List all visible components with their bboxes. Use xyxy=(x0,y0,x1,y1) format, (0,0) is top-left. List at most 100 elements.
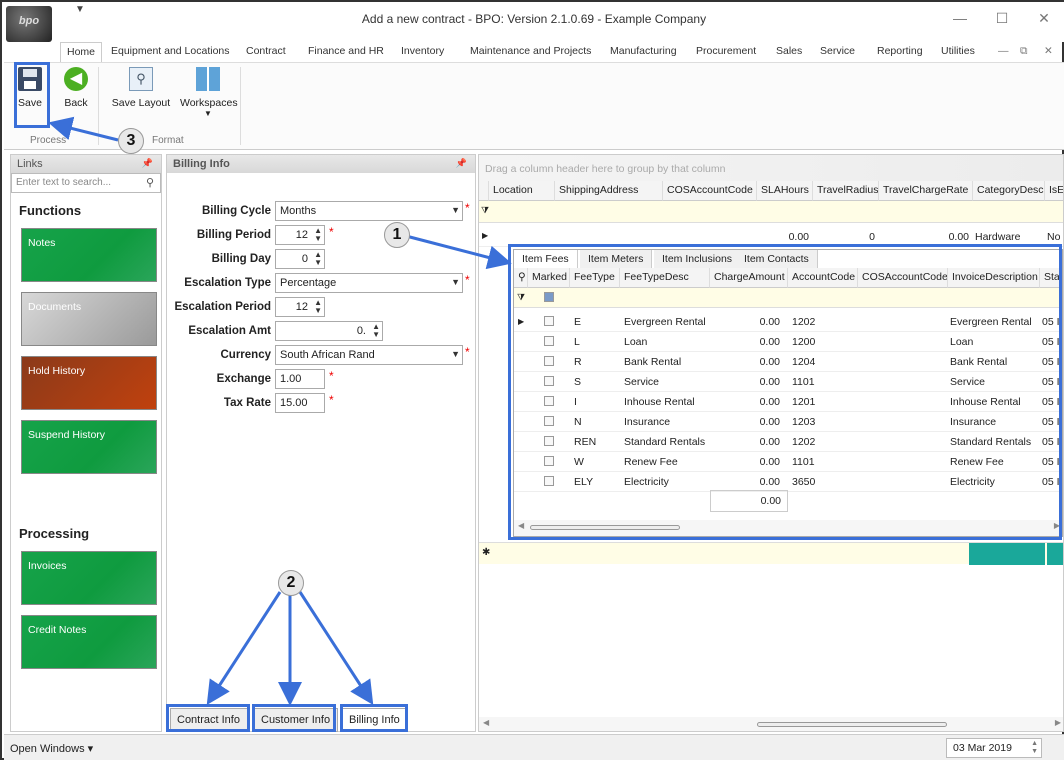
notes-tile[interactable]: Notes xyxy=(21,228,157,282)
menu-bar: Home Equipment and Locations Contract Fi… xyxy=(52,42,1064,63)
is-e-cell: No xyxy=(1047,231,1061,243)
menu-contract[interactable]: Contract xyxy=(246,45,286,57)
menu-procurement[interactable]: Procurement xyxy=(696,45,756,57)
annotation-badge-1: 1 xyxy=(384,222,410,248)
col-shipping-address[interactable]: ShippingAddress xyxy=(555,181,663,201)
billing-cycle-select[interactable]: Months ▼ xyxy=(275,201,463,221)
billing-period-label: Billing Period xyxy=(196,229,271,241)
functions-heading: Functions xyxy=(19,203,82,218)
menu-finance[interactable]: Finance and HR xyxy=(308,45,384,57)
credit-notes-tile[interactable]: Credit Notes xyxy=(21,615,157,669)
new-row-icon: ✱ xyxy=(482,547,491,558)
annotation-customer-tab-highlight xyxy=(252,704,336,732)
billing-info-panel: Billing Info 📌 Billing Cycle Months ▼ * Bill… xyxy=(166,154,476,732)
menu-service[interactable]: Service xyxy=(820,45,855,57)
spin-icon[interactable]: ▲ ▼ xyxy=(372,323,380,339)
filter-icon: ⧩ xyxy=(481,205,490,215)
billing-day-stepper[interactable]: 0 ▲ ▼ xyxy=(275,249,325,269)
billing-title: Billing Info xyxy=(173,158,230,170)
billing-day-label: Billing Day xyxy=(211,253,271,265)
links-header: Links 📌 xyxy=(11,155,161,173)
pin-icon[interactable]: 📌 xyxy=(456,158,467,169)
col-cos-account-code[interactable]: COSAccountCode xyxy=(663,181,757,201)
currency-label: Currency xyxy=(220,349,272,361)
billing-cycle-label: Billing Cycle xyxy=(201,205,271,217)
menu-inventory[interactable]: Inventory xyxy=(401,45,444,57)
col-is-e[interactable]: IsE xyxy=(1045,181,1063,201)
links-search-input[interactable]: Enter text to search... ⚲ xyxy=(11,173,161,193)
row-indicator-icon: ▶ xyxy=(482,231,489,240)
billing-period-value: 12 xyxy=(295,229,308,241)
spin-icon[interactable]: ▲ ▼ xyxy=(314,299,322,315)
save-layout-label: Save Layout xyxy=(111,97,171,109)
currency-value: South African Rand xyxy=(280,349,375,361)
group-by-hint: Drag a column header here to group by th… xyxy=(479,155,1063,181)
processing-heading: Processing xyxy=(19,526,90,541)
links-title: Links xyxy=(17,158,43,170)
spin-icon[interactable]: ▲ ▼ xyxy=(314,227,322,243)
escalation-type-label: Escalation Type xyxy=(184,277,271,289)
open-windows-button[interactable]: Open Windows ▾ xyxy=(10,742,93,755)
close-icon[interactable]: ✕ xyxy=(1034,10,1054,27)
tax-rate-input[interactable]: 15.00 xyxy=(275,393,325,413)
status-bar: Open Windows ▾ 03 Mar 2019 ▲ ▼ xyxy=(4,734,1064,760)
escalation-amt-stepper[interactable]: 0. ▲ ▼ xyxy=(275,321,383,341)
escalation-amt-label: Escalation Amt xyxy=(188,325,271,337)
documents-tile[interactable]: Documents xyxy=(21,292,157,346)
escalation-amt-value: 0. xyxy=(356,325,366,337)
ribbon: Save ◀ Back ⚲ Save Layout Workspaces ▼ P… xyxy=(4,62,1064,150)
mdi-close-icon[interactable]: ✕ xyxy=(1044,45,1053,57)
annotation-badge-3: 3 xyxy=(118,128,144,154)
search-icon[interactable]: ⚲ xyxy=(146,176,154,189)
back-button[interactable]: ◀ Back xyxy=(56,67,96,109)
links-panel: Links 📌 Enter text to search... ⚲ Function… xyxy=(10,154,162,732)
col-sla-hours[interactable]: SLAHours xyxy=(757,181,813,201)
currency-select[interactable]: South African Rand ▼ xyxy=(275,345,463,365)
workspaces-label: Workspaces xyxy=(180,97,238,109)
menu-equipment[interactable]: Equipment and Locations xyxy=(111,45,230,57)
hold-history-tile[interactable]: Hold History xyxy=(21,356,157,410)
chevron-down-icon: ▼ xyxy=(204,109,212,118)
menu-sales[interactable]: Sales xyxy=(776,45,802,57)
escalation-period-stepper[interactable]: 12 ▲ ▼ xyxy=(275,297,325,317)
col-location[interactable]: Location xyxy=(489,181,555,201)
mdi-minimize-icon[interactable]: — xyxy=(998,45,1009,57)
save-layout-button[interactable]: ⚲ Save Layout xyxy=(108,67,174,109)
workspaces-icon xyxy=(196,67,220,91)
escalation-period-label: Escalation Period xyxy=(174,301,271,313)
tax-rate-label: Tax Rate xyxy=(223,397,271,409)
scroll-thumb[interactable] xyxy=(757,722,947,727)
menu-manufacturing[interactable]: Manufacturing xyxy=(610,45,677,57)
escalation-type-select[interactable]: Percentage ▼ xyxy=(275,273,463,293)
date-value: 03 Mar 2019 xyxy=(953,742,1012,754)
spin-icon[interactable]: ▲ ▼ xyxy=(314,251,322,267)
new-row[interactable]: ✱ xyxy=(479,542,1063,565)
suspend-history-tile[interactable]: Suspend History xyxy=(21,420,157,474)
annotation-badge-2: 2 xyxy=(278,570,304,596)
invoices-tile[interactable]: Invoices xyxy=(21,551,157,605)
spin-icon[interactable]: ▲ ▼ xyxy=(1031,740,1038,756)
menu-home[interactable]: Home xyxy=(60,42,103,63)
group-process-label: Process xyxy=(30,135,67,146)
col-travel-radius[interactable]: TravelRadius xyxy=(813,181,879,201)
col-category-desc[interactable]: CategoryDesc xyxy=(973,181,1045,201)
filter-row[interactable]: ⧩ xyxy=(479,201,1063,223)
billing-period-stepper[interactable]: 12 ▲ ▼ xyxy=(275,225,325,245)
menu-reporting[interactable]: Reporting xyxy=(877,45,923,57)
escalation-type-value: Percentage xyxy=(280,277,337,289)
billing-cycle-value: Months xyxy=(280,205,317,217)
col-travel-charge-rate[interactable]: TravelChargeRate xyxy=(879,181,973,201)
menu-maintenance[interactable]: Maintenance and Projects xyxy=(470,45,591,57)
exchange-input[interactable]: 1.00 xyxy=(275,369,325,389)
workspaces-button[interactable]: Workspaces ▼ xyxy=(180,67,238,118)
date-field[interactable]: 03 Mar 2019 ▲ ▼ xyxy=(946,738,1042,758)
maximize-icon[interactable]: ☐ xyxy=(992,10,1012,27)
minimize-icon[interactable]: — xyxy=(950,10,970,26)
mdi-restore-icon[interactable]: ⧉ xyxy=(1020,45,1028,58)
annotation-subgrid-highlight xyxy=(508,244,1062,540)
sla-hours-cell: 0.00 xyxy=(788,231,809,243)
menu-utilities[interactable]: Utilities xyxy=(941,45,975,57)
pin-icon[interactable]: 📌 xyxy=(142,158,153,169)
chevron-down-icon: ▼ xyxy=(451,277,460,287)
main-horizontal-scrollbar[interactable]: ◀ ▶ xyxy=(479,717,1063,731)
